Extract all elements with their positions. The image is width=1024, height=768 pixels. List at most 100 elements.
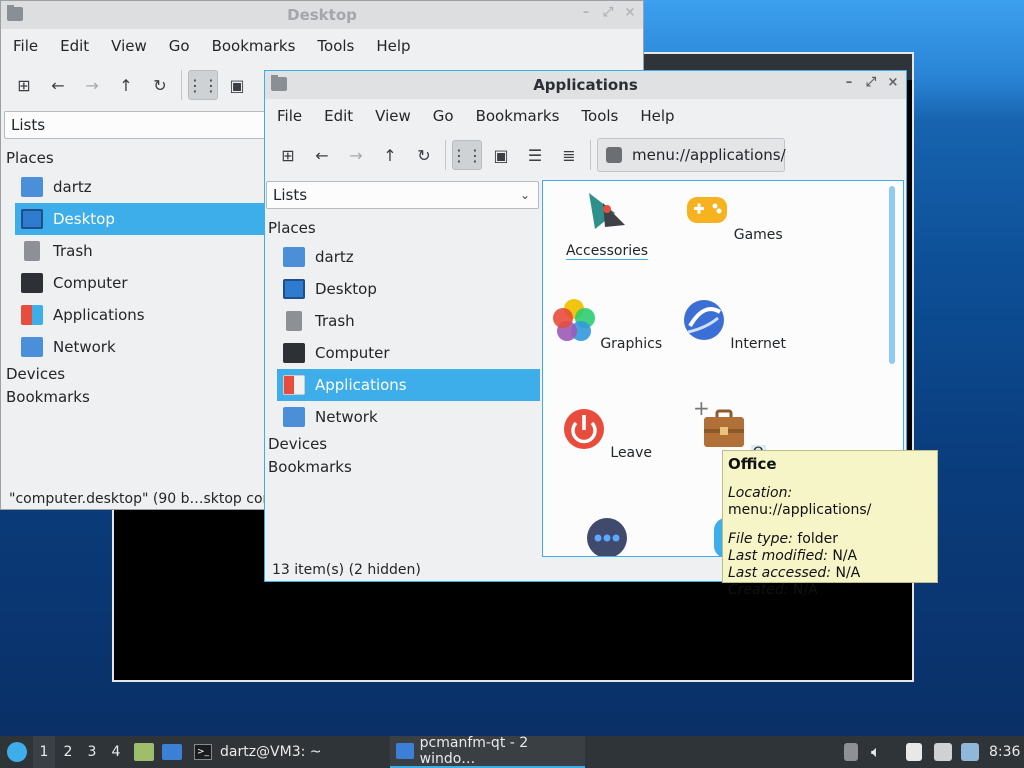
tooltip-title: Office [728, 455, 777, 473]
menu-tools[interactable]: Tools [313, 37, 364, 55]
trash-icon [286, 311, 302, 331]
menu-go[interactable]: Go [165, 37, 200, 55]
menu-help[interactable]: Help [636, 107, 684, 125]
folder-item-graphics[interactable]: Graphics [543, 292, 671, 392]
reload-icon[interactable]: ↻ [145, 70, 175, 100]
menu-go[interactable]: Go [429, 107, 464, 125]
menu-file[interactable]: File [9, 37, 48, 55]
folder-item-leave[interactable]: Leave [543, 401, 671, 501]
menu-help[interactable]: Help [372, 37, 420, 55]
icon-view-icon[interactable]: ⋮⋮ [187, 70, 219, 100]
window-title: Desktop [287, 6, 357, 24]
folder-item-more[interactable] [543, 510, 671, 556]
chevron-down-icon: ⌄ [519, 188, 530, 202]
tray-notifications[interactable] [961, 736, 979, 768]
task-file-manager[interactable]: pcmanfm-qt - 2 windo… [390, 735, 585, 768]
new-tab-icon[interactable]: ⊞ [273, 140, 303, 170]
sidebar-item-trash[interactable]: Trash [15, 235, 265, 267]
sidebar-item-applications[interactable]: Applications [277, 369, 540, 401]
folder-item-accessories[interactable]: Accessories [543, 183, 671, 283]
window-controls: – ⤢ × [842, 75, 900, 90]
folder-item-games[interactable]: Games [670, 183, 798, 283]
location-icon [606, 147, 622, 163]
network-icon [283, 407, 305, 427]
tray-network[interactable] [934, 736, 952, 768]
network-icon [21, 337, 43, 357]
computer-icon [21, 273, 43, 293]
reload-icon[interactable]: ↻ [409, 140, 439, 170]
sidebar-item-dartz[interactable]: dartz [277, 241, 540, 273]
detailed-view-icon[interactable]: ≣ [554, 140, 584, 170]
sidebar-item-computer[interactable]: Computer [15, 267, 265, 299]
sidebar-item-network[interactable]: Network [277, 401, 540, 433]
side-pane-mode-select[interactable]: Lists [4, 111, 274, 139]
sidebar-item-desktop[interactable]: Desktop [15, 203, 265, 235]
tray-clipboard[interactable] [906, 736, 922, 768]
back-icon[interactable]: ← [307, 140, 337, 170]
minimize-icon[interactable]: – [579, 5, 593, 20]
task-terminal[interactable]: >_ dartz@VM3: ~ [192, 736, 382, 768]
path-button[interactable]: menu://applications/ [597, 138, 786, 172]
up-icon[interactable]: ↑ [111, 70, 141, 100]
menu-tools[interactable]: Tools [577, 107, 628, 125]
tray-volume[interactable]: 🔈︎ [871, 736, 881, 768]
volume-icon: 🔈︎ [871, 742, 881, 761]
menu-view[interactable]: View [107, 37, 157, 55]
graphics-icon [552, 299, 595, 341]
maximize-icon[interactable]: ⤢ [601, 5, 615, 20]
trash-icon [24, 241, 40, 261]
menu-file[interactable]: File [273, 107, 312, 125]
icon-view-icon[interactable]: ⋮⋮ [451, 140, 483, 170]
show-desktop-button[interactable] [162, 736, 184, 768]
workspace-2[interactable]: 2 [57, 736, 79, 768]
forward-icon[interactable]: → [341, 140, 371, 170]
menu-edit[interactable]: Edit [320, 107, 363, 125]
file-manager-launcher[interactable] [134, 736, 154, 768]
updates-icon [844, 743, 858, 761]
minimize-icon[interactable]: – [842, 75, 856, 90]
vertical-scrollbar[interactable] [889, 186, 895, 364]
toolbar-separator [445, 140, 446, 170]
menu-bookmarks[interactable]: Bookmarks [208, 37, 306, 55]
cursor-crosshair-icon: + [693, 396, 710, 420]
thumbnail-view-icon[interactable]: ▣ [486, 140, 516, 170]
close-icon[interactable]: × [623, 5, 637, 20]
up-icon[interactable]: ↑ [375, 140, 405, 170]
workspace-1[interactable]: 1 [33, 736, 55, 768]
menu-bookmarks[interactable]: Bookmarks [472, 107, 570, 125]
sidebar-item-dartz[interactable]: dartz [15, 171, 265, 203]
terminal-icon: >_ [194, 744, 212, 760]
sidebar-item-network[interactable]: Network [15, 331, 265, 363]
sidebar-item-applications[interactable]: Applications [15, 299, 265, 331]
new-tab-icon[interactable]: ⊞ [9, 70, 39, 100]
accessories-icon [589, 193, 625, 229]
menu-edit[interactable]: Edit [56, 37, 99, 55]
sidebar-item-trash[interactable]: Trash [277, 305, 540, 337]
folder-item-internet[interactable]: Internet [670, 292, 798, 392]
clock[interactable]: 8:36 [989, 736, 1020, 768]
side-pane-mode-select[interactable]: Lists ⌄ [266, 181, 539, 209]
tooltip-created: Created: N/A [728, 582, 818, 598]
menu-view[interactable]: View [371, 107, 421, 125]
close-icon[interactable]: × [886, 75, 900, 90]
back-icon[interactable]: ← [43, 70, 73, 100]
forward-icon[interactable]: → [77, 70, 107, 100]
toolbar: ⊞ ← → ↑ ↻ ⋮⋮ ▣ ☰ ≣ menu://applications/ [265, 133, 906, 177]
tray-updates[interactable] [844, 736, 858, 768]
start-menu-button[interactable] [4, 736, 30, 768]
menubar: File Edit View Go Bookmarks Tools Help [1, 31, 643, 61]
folder-icon [7, 5, 23, 21]
workspace-4[interactable]: 4 [105, 736, 127, 768]
compact-view-icon[interactable]: ☰ [520, 140, 550, 170]
maximize-icon[interactable]: ⤢ [864, 75, 878, 90]
notification-icon [961, 743, 979, 761]
thumbnail-view-icon[interactable]: ▣ [222, 70, 252, 100]
applications-window-titlebar[interactable]: Applications – ⤢ × [265, 71, 906, 99]
desktop-icon [162, 744, 182, 760]
workspace-3[interactable]: 3 [81, 736, 103, 768]
desktop-window-titlebar[interactable]: Desktop – ⤢ × [1, 1, 643, 29]
toolbar-separator [590, 140, 591, 170]
sidebar-item-desktop[interactable]: Desktop [277, 273, 540, 305]
home-folder-icon [283, 247, 305, 267]
sidebar-item-computer[interactable]: Computer [277, 337, 540, 369]
